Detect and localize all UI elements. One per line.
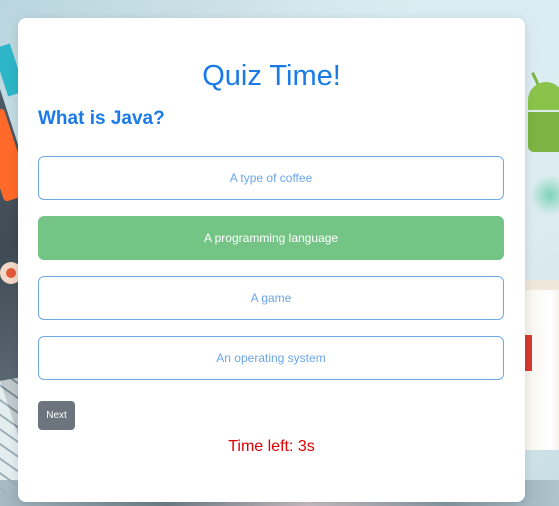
question-text: What is Java? [38,108,165,129]
timer-text: Time left: 3s [228,438,315,455]
background-decoration [530,175,559,215]
next-button[interactable]: Next [38,401,75,430]
option-button-1[interactable]: A type of coffee [38,156,504,200]
android-figure [528,82,559,110]
option-button-3[interactable]: A game [38,276,504,320]
quiz-card: Quiz Time! What is Java? A type of coffe… [18,18,525,502]
option-button-2[interactable]: A programming language [38,216,504,260]
android-figure-body [528,112,559,152]
quiz-title: Quiz Time! [202,60,341,92]
option-button-4[interactable]: An operating system [38,336,504,380]
